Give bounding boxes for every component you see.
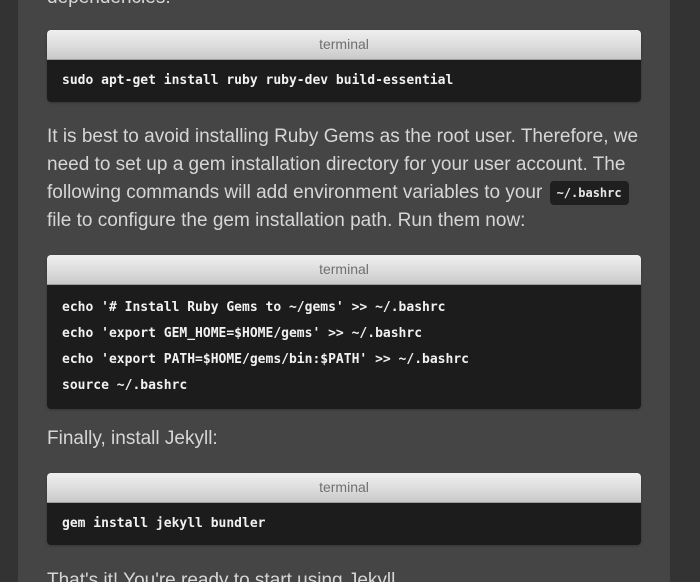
paragraph-ready: That's it! You're ready to start using J… bbox=[47, 570, 401, 582]
paragraph-dependencies: dependencies: bbox=[47, 0, 647, 12]
code-line[interactable]: source ~/.bashrc bbox=[62, 373, 626, 399]
paragraph-gem-directory: It is best to avoid installing Ruby Gems… bbox=[47, 123, 647, 235]
terminal-header: terminal bbox=[47, 473, 641, 503]
terminal-block-install-jekyll: terminal gem install jekyll bundler bbox=[47, 473, 641, 545]
code-line[interactable]: sudo apt-get install ruby ruby-dev build… bbox=[62, 68, 626, 94]
code-line[interactable]: echo '# Install Ruby Gems to ~/gems' >> … bbox=[62, 295, 626, 321]
paragraph-finally: Finally, install Jekyll: bbox=[47, 428, 218, 449]
paragraph-text: file to configure the gem installation p… bbox=[47, 210, 526, 231]
terminal-body[interactable]: gem install jekyll bundler bbox=[47, 503, 641, 545]
code-line[interactable]: echo 'export PATH=$HOME/gems/bin:$PATH' … bbox=[62, 347, 626, 373]
code-line[interactable]: echo 'export GEM_HOME=$HOME/gems' >> ~/.… bbox=[62, 321, 626, 347]
code-line[interactable]: gem install jekyll bundler bbox=[62, 511, 626, 537]
terminal-block-install-ruby: terminal sudo apt-get install ruby ruby-… bbox=[47, 30, 641, 102]
terminal-body[interactable]: sudo apt-get install ruby ruby-dev build… bbox=[47, 60, 641, 102]
terminal-header: terminal bbox=[47, 30, 641, 60]
inline-code-bashrc: ~/.bashrc bbox=[549, 181, 629, 205]
terminal-block-gem-environment: terminal echo '# Install Ruby Gems to ~/… bbox=[47, 255, 641, 409]
terminal-header: terminal bbox=[47, 255, 641, 285]
page: dependencies: terminal sudo apt-get inst… bbox=[0, 0, 700, 582]
terminal-body[interactable]: echo '# Install Ruby Gems to ~/gems' >> … bbox=[47, 285, 641, 409]
